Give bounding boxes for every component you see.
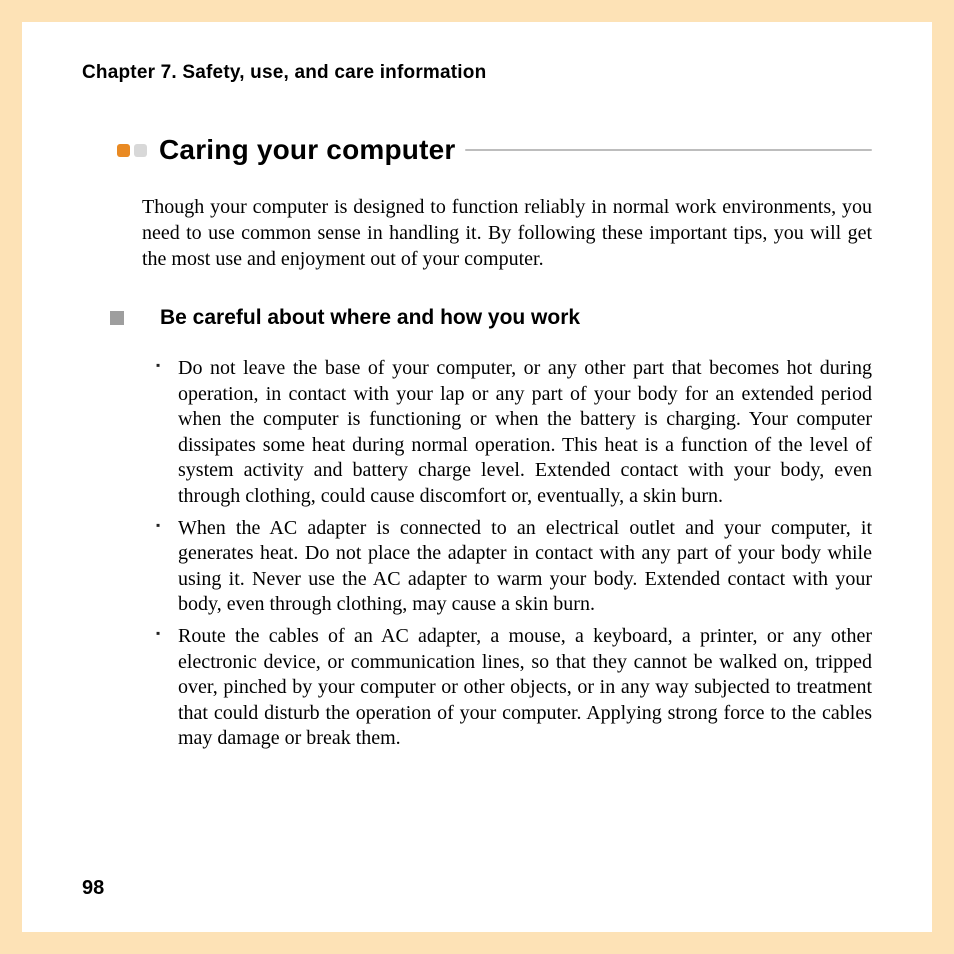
subsection-title: Be careful about where and how you work xyxy=(160,306,580,330)
section-title: Caring your computer xyxy=(159,134,455,166)
chapter-heading: Chapter 7. Safety, use, and care informa… xyxy=(82,62,872,84)
subsection-list: Do not leave the base of your computer, … xyxy=(156,356,872,752)
list-item: Route the cables of an AC adapter, a mou… xyxy=(156,624,872,752)
section-intro-text: Though your computer is designed to func… xyxy=(142,194,872,272)
document-page: Chapter 7. Safety, use, and care informa… xyxy=(22,22,932,932)
page-number: 98 xyxy=(82,877,104,900)
section-heading-row: Caring your computer xyxy=(117,134,872,166)
list-item: Do not leave the base of your computer, … xyxy=(156,356,872,510)
subsection-heading-row: Be careful about where and how you work xyxy=(110,306,872,330)
bullet-orange-icon xyxy=(117,144,130,157)
horizontal-rule xyxy=(465,149,872,151)
bullet-gray-icon xyxy=(134,144,147,157)
list-item: When the AC adapter is connected to an e… xyxy=(156,516,872,618)
square-bullet-icon xyxy=(110,311,124,325)
